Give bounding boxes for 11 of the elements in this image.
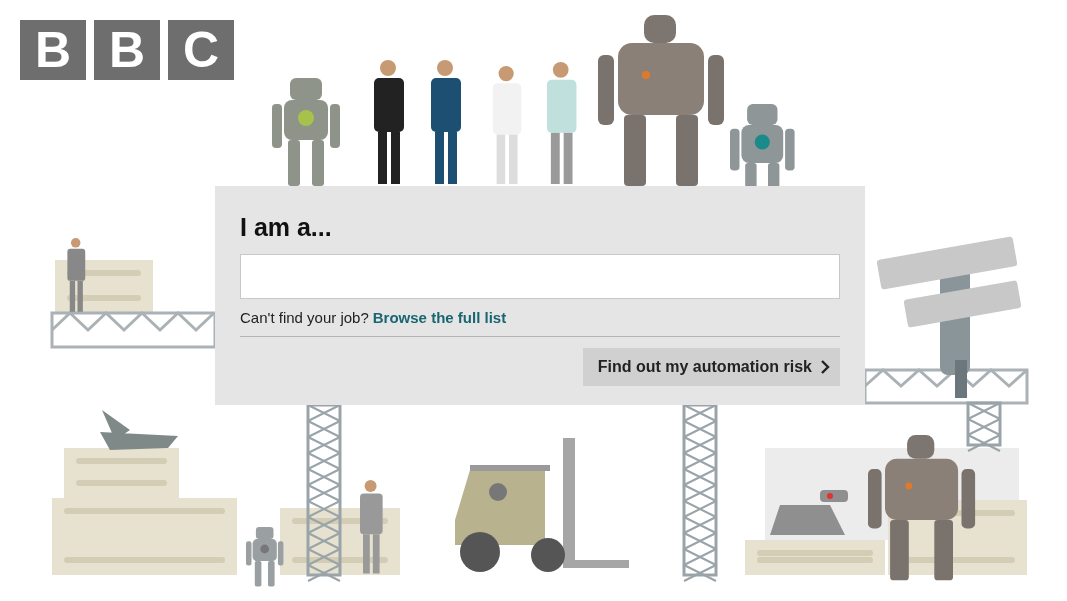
help-text: Can't find your job? [240,309,369,326]
submit-button[interactable]: Find out my automation risk [582,348,840,386]
logo-letter: B [20,20,86,80]
heading: I am a... [240,212,333,242]
logo-letter: B [94,20,160,80]
chevron-right-icon [820,360,830,374]
robot-drawing [246,527,284,587]
browse-list-link[interactable]: Browse the full list [372,309,507,326]
logo-letter: C [168,20,234,80]
job-input-field[interactable] [240,254,840,299]
scaffold-tower-drawing [966,401,1002,452]
